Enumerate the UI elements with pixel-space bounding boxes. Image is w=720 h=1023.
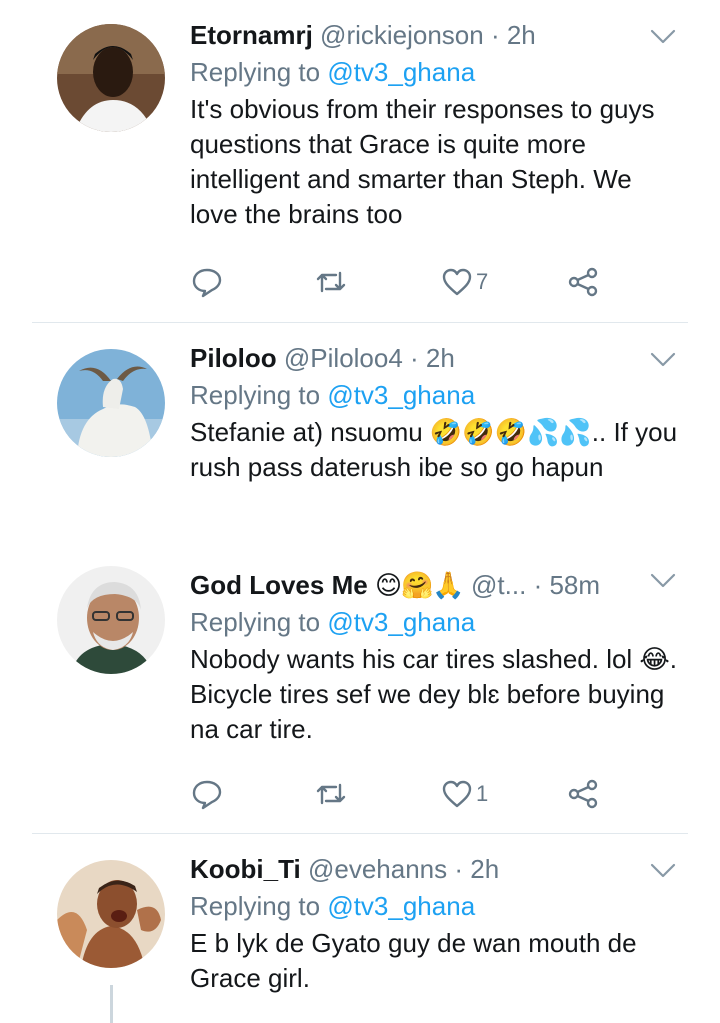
retweet-button[interactable] [314, 264, 348, 300]
replying-label: Replying to [190, 891, 321, 921]
avatar[interactable] [57, 24, 165, 132]
replying-to: Replying to @tv3_ghana [190, 606, 680, 638]
author-name[interactable]: Piloloo [190, 343, 277, 373]
tweet[interactable]: Koobi_Ti @evehanns · 2h Replying to @tv3… [0, 834, 720, 1023]
heart-icon [442, 268, 472, 296]
replying-label: Replying to [190, 57, 321, 87]
avatar[interactable] [57, 349, 165, 457]
author-handle[interactable]: @rickiejonson [320, 20, 484, 50]
tweet-header: Koobi_Ti @evehanns · 2h [190, 854, 680, 884]
retweet-button[interactable] [314, 776, 348, 812]
avatar[interactable] [57, 566, 165, 674]
tweet-header: Etornamrj @rickiejonson · 2h [190, 20, 680, 50]
author-name[interactable]: Koobi_Ti [190, 854, 301, 884]
tweet-time[interactable]: · 58m [534, 570, 600, 600]
like-count: 1 [476, 781, 489, 806]
retweet-icon [316, 271, 346, 293]
tweet-time[interactable]: · 2h [410, 343, 455, 373]
tweet-header: Piloloo @Piloloo4 · 2h [190, 343, 680, 373]
tweet-text: It's obvious from their responses to guy… [190, 94, 655, 229]
author-name[interactable]: God Loves Me [190, 570, 368, 600]
tweet-text: Stefanie at) nsuomu 🤣🤣🤣💦💦.. If you rush … [190, 417, 678, 482]
tweet[interactable]: Piloloo @Piloloo4 · 2h Replying to @tv3_… [0, 323, 720, 550]
like-count: 7 [476, 269, 489, 294]
replying-label: Replying to [190, 380, 321, 410]
replying-to: Replying to @tv3_ghana [190, 379, 680, 411]
share-button[interactable] [566, 264, 600, 300]
tweet-actions: 1 [190, 776, 610, 812]
retweet-icon [316, 783, 346, 805]
tweet[interactable]: God Loves Me 😊🤗🙏 @t... · 58m Replying to… [0, 550, 720, 833]
thread-line [110, 985, 113, 1023]
author-name-emojis: 😊🤗🙏 [374, 570, 465, 600]
like-button[interactable]: 7 [440, 264, 488, 300]
author-handle[interactable]: @Piloloo4 [284, 343, 403, 373]
tweet-text: E b lyk de Gyato guy de wan mouth de Gra… [190, 928, 637, 993]
reply-mention-link[interactable]: @tv3_ghana [327, 607, 475, 637]
chevron-down-icon[interactable] [650, 351, 676, 369]
reply-mention-link[interactable]: @tv3_ghana [327, 891, 475, 921]
heart-icon [442, 780, 472, 808]
tweet[interactable]: Etornamrj @rickiejonson · 2h Replying to… [0, 0, 720, 322]
reply-mention-link[interactable]: @tv3_ghana [327, 380, 475, 410]
chevron-down-icon[interactable] [650, 862, 676, 880]
reply-mention-link[interactable]: @tv3_ghana [327, 57, 475, 87]
tweet-time[interactable]: · 2h [491, 20, 536, 50]
avatar[interactable] [57, 860, 165, 968]
tweet-time[interactable]: · 2h [454, 854, 499, 884]
reply-button[interactable] [190, 264, 224, 300]
chevron-down-icon[interactable] [650, 572, 676, 590]
share-icon [568, 779, 598, 809]
share-icon [568, 267, 598, 297]
replying-to: Replying to @tv3_ghana [190, 56, 680, 88]
reply-button[interactable] [190, 776, 224, 812]
tweet-actions: 7 [190, 264, 610, 300]
author-handle[interactable]: @evehanns [308, 854, 447, 884]
author-name[interactable]: Etornamrj [190, 20, 313, 50]
tweet-text: Nobody wants his car tires slashed. lol … [190, 644, 678, 744]
author-handle[interactable]: @t... [471, 570, 526, 600]
reply-icon [192, 780, 222, 810]
replying-to: Replying to @tv3_ghana [190, 890, 680, 922]
reply-icon [192, 268, 222, 298]
tweet-header: God Loves Me 😊🤗🙏 @t... · 58m [190, 570, 680, 600]
share-button[interactable] [566, 776, 600, 812]
like-button[interactable]: 1 [440, 776, 488, 812]
replying-label: Replying to [190, 607, 321, 637]
chevron-down-icon[interactable] [650, 28, 676, 46]
